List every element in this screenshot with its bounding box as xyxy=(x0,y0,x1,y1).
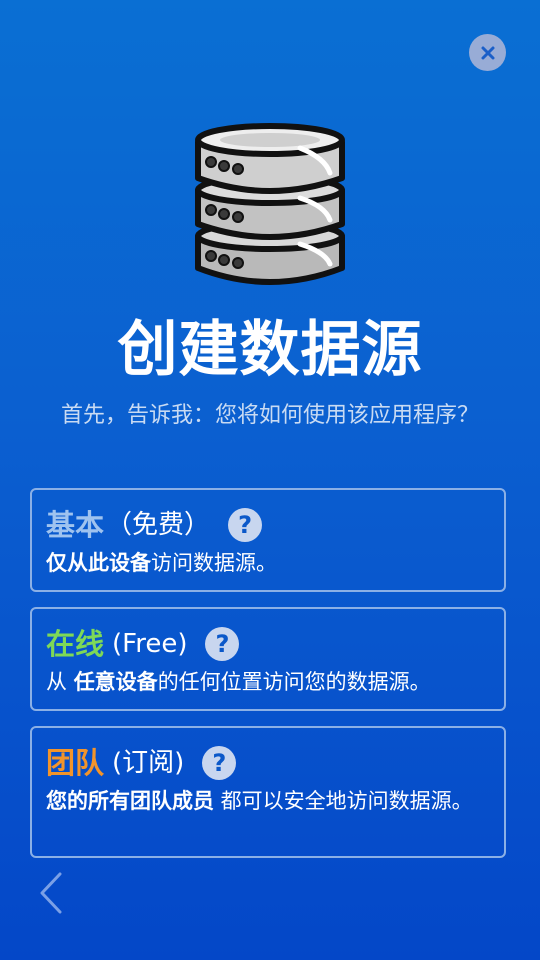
help-icon[interactable]: ? xyxy=(202,746,237,780)
chevron-left-icon xyxy=(40,872,62,914)
option-team[interactable]: 团队 (订阅) ? 您的所有团队成员 都可以安全地访问数据源。 xyxy=(30,726,506,858)
close-button[interactable] xyxy=(469,34,506,71)
option-team-desc-bold: 您的所有团队成员 xyxy=(46,789,214,813)
option-basic-tag: （免费） xyxy=(106,510,211,540)
option-online-desc-head: 从 xyxy=(46,670,74,694)
close-icon xyxy=(481,46,494,59)
option-online[interactable]: 在线 (Free) ? 从 任意设备的任何位置访问您的数据源。 xyxy=(30,607,506,711)
option-basic-desc-tail: 访问数据源。 xyxy=(151,551,277,575)
option-team-desc-tail: 都可以安全地访问数据源。 xyxy=(214,789,473,813)
option-online-tag: (Free) xyxy=(112,629,188,659)
option-team-desc: 您的所有团队成员 都可以安全地访问数据源。 xyxy=(46,786,490,816)
option-basic-name: 基本 xyxy=(46,508,105,542)
option-team-name: 团队 xyxy=(46,746,105,780)
option-online-desc: 从 任意设备的任何位置访问您的数据源。 xyxy=(46,667,490,697)
option-online-desc-bold: 任意设备 xyxy=(73,670,158,694)
database-icon xyxy=(195,123,345,285)
option-team-tag: (订阅) xyxy=(112,748,185,778)
page-subtitle: 首先，告诉我：您将如何使用该应用程序？ xyxy=(60,403,479,428)
option-basic-desc: 仅从此设备访问数据源。 xyxy=(46,548,490,578)
option-online-desc-tail: 的任何位置访问您的数据源。 xyxy=(157,670,431,694)
help-icon[interactable]: ? xyxy=(228,508,263,542)
option-basic[interactable]: 基本 （免费） ? 仅从此设备访问数据源。 xyxy=(30,488,506,592)
option-online-name: 在线 xyxy=(46,627,105,661)
help-icon[interactable]: ? xyxy=(205,627,240,661)
option-basic-desc-bold: 仅从此设备 xyxy=(46,551,151,575)
page-title: 创建数据源 xyxy=(117,315,423,385)
back-button[interactable] xyxy=(34,870,70,916)
